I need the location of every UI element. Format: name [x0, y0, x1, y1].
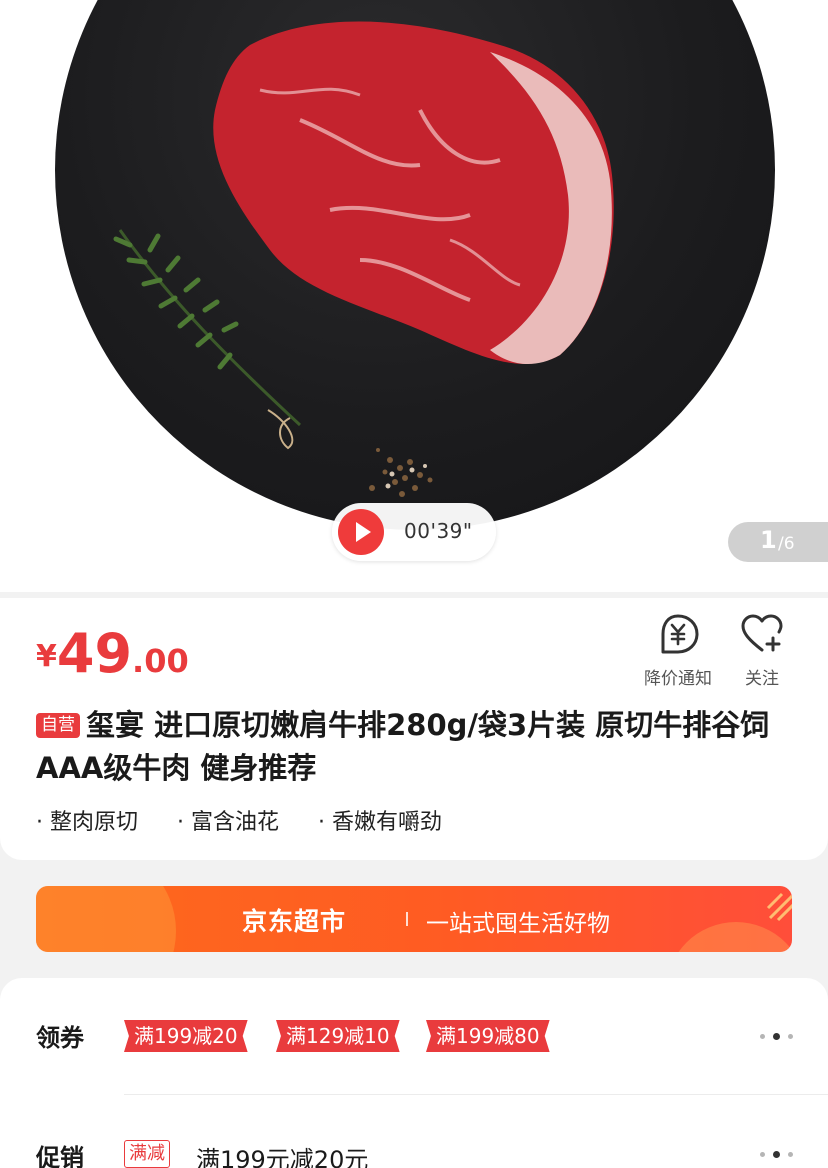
- feature-item: · 整肉原切: [36, 810, 139, 835]
- banner-decoration: [36, 886, 176, 952]
- play-icon[interactable]: [338, 509, 384, 555]
- coupon-promotion-card: 领券 满199减20 满129减10 满199减80 促销 满减 满199元减2…: [0, 978, 828, 1168]
- feature-item: · 富含油花: [177, 810, 280, 835]
- image-page-indicator: 1 /6: [728, 522, 828, 562]
- coupon-label: 领券: [36, 1024, 84, 1052]
- banner-brand: 京东超市: [242, 907, 347, 936]
- jd-supermarket-banner[interactable]: 京东超市 一站式囤生活好物: [36, 886, 792, 952]
- banner-decoration: [666, 922, 792, 952]
- coupon-more-icon[interactable]: [756, 1032, 796, 1042]
- price-decimal: .00: [132, 642, 189, 680]
- coupon-item[interactable]: 满199减80: [426, 1020, 550, 1052]
- product-info-card: ¥49.00 降价通知 关注 自营 玺宴 进口原切嫩肩牛排280g/袋3片装 原切…: [0, 598, 828, 860]
- promotion-tag: 满减: [124, 1140, 170, 1168]
- banner-separator: [406, 912, 408, 926]
- video-play-pill[interactable]: 00'39": [332, 503, 496, 561]
- feature-item: · 香嫩有嚼劲: [318, 810, 443, 835]
- product-title: 自营 玺宴 进口原切嫩肩牛排280g/袋3片装 原切牛排谷饲AAA级牛肉 健身推荐: [36, 704, 796, 790]
- product-price: ¥49.00: [36, 622, 189, 685]
- video-duration: 00'39": [404, 519, 473, 543]
- price-alert-icon: [661, 614, 699, 654]
- price-integer: 49: [56, 622, 133, 685]
- heart-icon: [741, 614, 783, 652]
- product-features: · 整肉原切 · 富含油花 · 香嫩有嚼劲: [36, 804, 474, 836]
- product-image-gallery[interactable]: 00'39" 1 /6: [0, 0, 828, 592]
- banner-stripes-decoration: [766, 892, 792, 922]
- current-image-number: 1: [760, 526, 777, 554]
- price-alert-label: 降价通知: [644, 669, 712, 689]
- price-alert-button[interactable]: 降价通知: [640, 612, 716, 689]
- self-operated-badge: 自营: [36, 713, 80, 738]
- coupon-item[interactable]: 满199减20: [124, 1020, 248, 1052]
- promotion-label: 促销: [36, 1144, 84, 1168]
- follow-button[interactable]: 关注: [728, 612, 796, 689]
- promotion-text[interactable]: 满199元减20元: [196, 1140, 368, 1168]
- price-currency: ¥: [36, 639, 57, 674]
- coupon-item[interactable]: 满129减10: [276, 1020, 400, 1052]
- follow-label: 关注: [745, 669, 779, 689]
- row-divider: [124, 1094, 828, 1095]
- product-title-text: 玺宴 进口原切嫩肩牛排280g/袋3片装 原切牛排谷饲AAA级牛肉 健身推荐: [36, 708, 770, 785]
- promotion-more-icon[interactable]: [756, 1150, 796, 1160]
- banner-slogan: 一站式囤生活好物: [426, 911, 610, 937]
- total-images: /6: [778, 534, 795, 554]
